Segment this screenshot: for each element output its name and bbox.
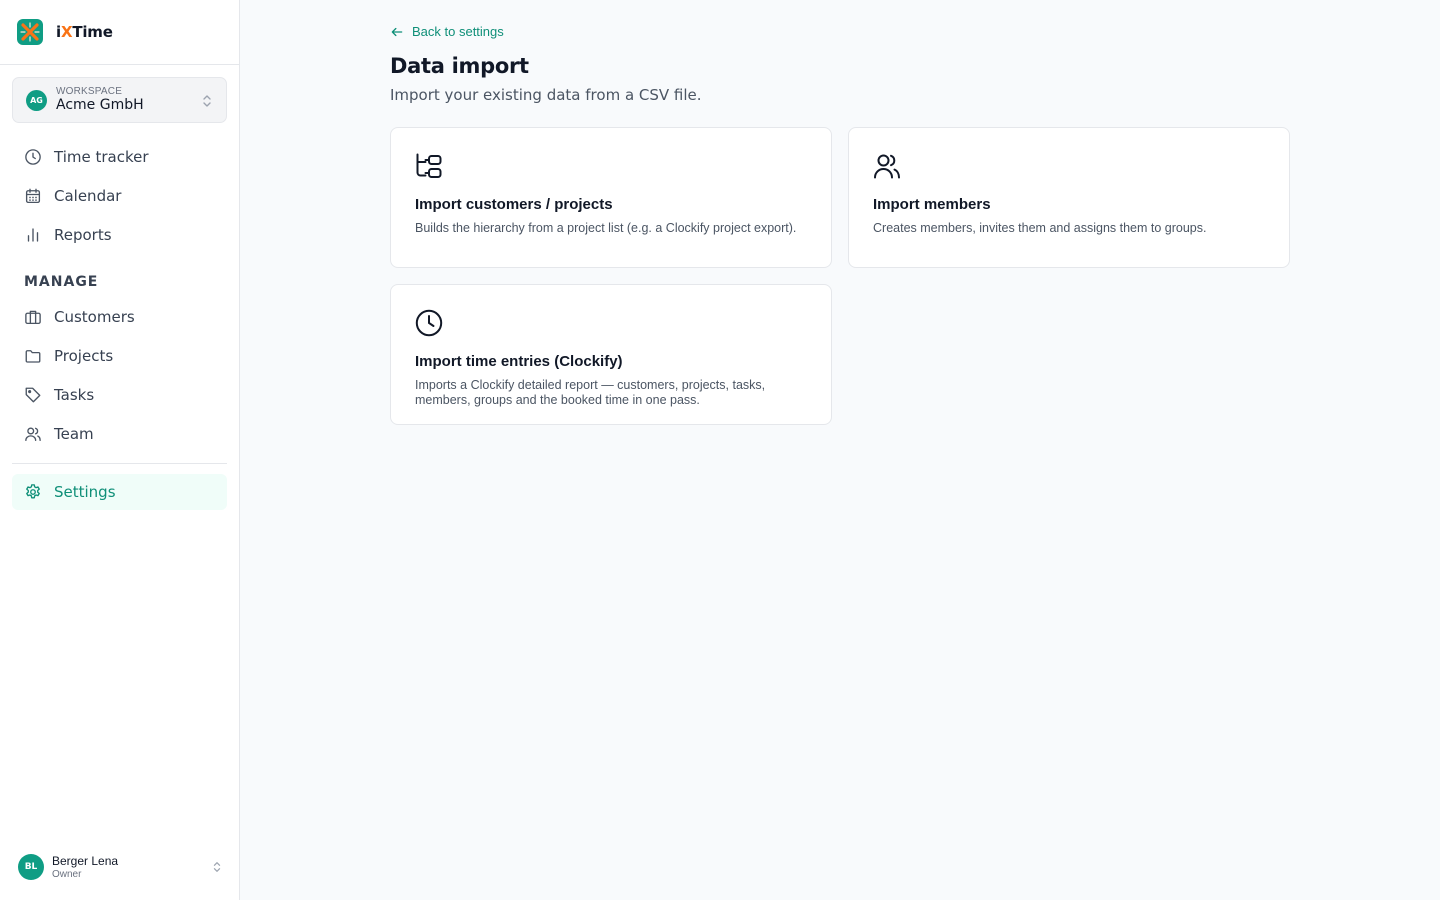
workspace-avatar: AG	[26, 89, 47, 111]
section-title-manage: MANAGE	[24, 274, 99, 290]
page-title: Data import	[390, 54, 529, 78]
gear-icon	[26, 484, 40, 499]
sidebar-item-calendar[interactable]: Calendar	[12, 178, 227, 214]
users-icon	[874, 154, 900, 179]
workspace-label: WORKSPACE	[56, 86, 123, 97]
sidebar-divider	[12, 463, 227, 464]
back-link-label: Back to settings	[412, 24, 504, 39]
folder-icon	[25, 350, 41, 363]
back-to-settings-link[interactable]: Back to settings	[390, 24, 504, 39]
card-title: Import time entries (Clockify)	[415, 353, 623, 370]
import-members-card[interactable]: Import members Creates members, invites …	[848, 127, 1290, 268]
sidebar-item-label: Reports	[54, 226, 112, 244]
page-subtitle: Import your existing data from a CSV fil…	[390, 86, 702, 104]
workspace-name: Acme GmbH	[56, 97, 144, 113]
card-description: Imports a Clockify detailed report — cus…	[415, 378, 766, 407]
brand[interactable]: iXTime	[0, 0, 239, 65]
user-menu[interactable]: BL Berger Lena Owner	[18, 853, 223, 881]
brand-logo-icon	[17, 19, 43, 45]
user-role: Owner	[52, 868, 82, 880]
user-name: Berger Lena	[52, 853, 119, 868]
arrow-left-icon	[391, 27, 403, 36]
card-title: Import customers / projects	[415, 196, 613, 213]
import-time-entries-card[interactable]: Import time entries (Clockify) Imports a…	[390, 284, 832, 425]
sidebar: iXTime AG WORKSPACE Acme GmbH Time track…	[0, 0, 240, 900]
sidebar-item-settings[interactable]: Settings	[12, 474, 227, 510]
sidebar-item-time-tracker[interactable]: Time tracker	[12, 139, 227, 175]
import-customers-projects-card[interactable]: Import customers / projects Builds the h…	[390, 127, 832, 268]
sidebar-item-label: Projects	[54, 347, 114, 365]
sidebar-item-label: Customers	[54, 308, 135, 326]
card-description: Creates members, invites them and assign…	[873, 221, 1207, 235]
sidebar-item-label: Calendar	[54, 187, 122, 205]
calendar-icon	[25, 188, 41, 204]
sidebar-item-projects[interactable]: Projects	[12, 338, 227, 374]
clock-icon	[415, 309, 443, 337]
briefcase-icon	[25, 310, 41, 325]
bar-chart-icon	[27, 228, 39, 242]
sidebar-item-reports[interactable]: Reports	[12, 217, 227, 253]
sidebar-item-tasks[interactable]: Tasks	[12, 377, 227, 413]
sidebar-item-label: Settings	[54, 483, 116, 501]
hierarchy-icon	[416, 153, 442, 178]
sidebar-item-customers[interactable]: Customers	[12, 299, 227, 335]
avatar: BL	[18, 854, 44, 880]
sidebar-item-team[interactable]: Team	[12, 416, 227, 452]
sidebar-item-label: Team	[54, 425, 94, 443]
users-icon	[25, 427, 41, 442]
chevron-up-down-icon	[203, 95, 211, 107]
sidebar-item-label: Time tracker	[54, 148, 149, 166]
clock-icon	[25, 149, 41, 165]
brand-name: iXTime	[56, 23, 113, 41]
workspace-switcher[interactable]: AG WORKSPACE Acme GmbH	[12, 77, 227, 123]
card-description: Builds the hierarchy from a project list…	[415, 221, 797, 235]
chevron-up-down-icon	[213, 862, 221, 872]
sidebar-item-label: Tasks	[54, 386, 95, 404]
card-title: Import members	[873, 196, 991, 213]
tag-icon	[25, 387, 41, 403]
